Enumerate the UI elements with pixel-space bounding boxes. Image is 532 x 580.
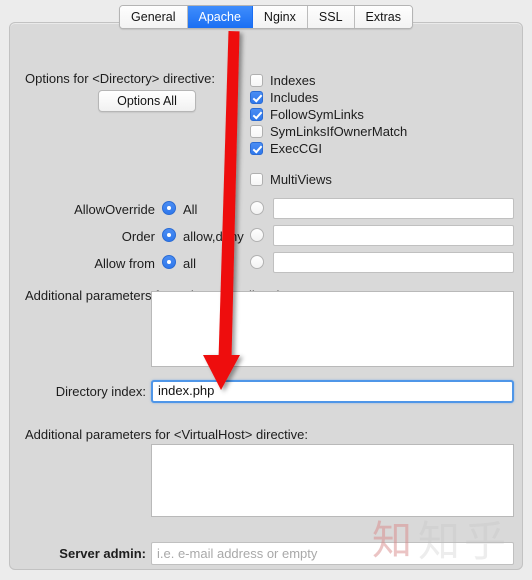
order-preset-radio[interactable] [162, 228, 176, 242]
options-all-button[interactable]: Options All [98, 90, 196, 112]
allow-from-preset-value: all [183, 256, 197, 271]
tab-general[interactable]: General [120, 6, 188, 28]
allowoverride-label: AllowOverride [74, 202, 155, 217]
tab-apache[interactable]: Apache [187, 6, 253, 28]
order-custom-input[interactable] [273, 225, 514, 246]
checkbox-row-multiviews[interactable]: MultiViews [250, 171, 332, 188]
checkbox-indexes-label: Indexes [270, 73, 316, 88]
checkbox-includes-box[interactable] [250, 91, 263, 104]
allow-from-preset-radio[interactable] [162, 255, 176, 269]
checkbox-row-execcgi[interactable]: ExecCGI [250, 140, 322, 157]
checkbox-row-followsymlinks[interactable]: FollowSymLinks [250, 106, 364, 123]
server-admin-input[interactable]: i.e. e-mail address or empty [151, 542, 514, 565]
allow-from-label: Allow from [94, 256, 155, 271]
order-label: Order [121, 229, 155, 244]
allowoverride-preset-value: All [183, 202, 198, 217]
tab-group: General Apache Nginx SSL Extras [119, 5, 413, 29]
checkbox-row-includes[interactable]: Includes [250, 89, 318, 106]
checkbox-execcgi-box[interactable] [250, 142, 263, 155]
server-admin-label: Server admin: [59, 546, 146, 561]
allowoverride-custom-input[interactable] [273, 198, 514, 219]
tab-ssl[interactable]: SSL [307, 6, 355, 28]
apache-settings-panel: Options for <Directory> directive: Optio… [9, 22, 523, 570]
checkbox-row-symlinksifownermatch[interactable]: SymLinksIfOwnerMatch [250, 123, 407, 140]
directory-options-label: Options for <Directory> directive: [25, 71, 216, 86]
directory-index-label: Directory index: [55, 384, 146, 399]
directory-index-input[interactable]: index.php [151, 380, 514, 403]
checkbox-symlinksifownermatch-box[interactable] [250, 125, 263, 138]
allowoverride-preset-radio[interactable] [162, 201, 176, 215]
checkbox-includes-label: Includes [270, 90, 319, 105]
checkbox-execcgi-label: ExecCGI [270, 141, 323, 156]
checkbox-followsymlinks-label: FollowSymLinks [270, 107, 364, 122]
checkbox-indexes-box[interactable] [250, 74, 263, 87]
checkbox-symlinksifownermatch-label: SymLinksIfOwnerMatch [270, 124, 408, 139]
checkbox-followsymlinks-box[interactable] [250, 108, 263, 121]
virtualhost-extra-textarea[interactable] [151, 444, 514, 517]
allow-from-custom-input[interactable] [273, 252, 514, 273]
checkbox-multiviews-box[interactable] [250, 173, 263, 186]
tab-nginx[interactable]: Nginx [252, 6, 308, 28]
directory-extra-textarea[interactable] [151, 291, 514, 367]
checkbox-row-indexes[interactable]: Indexes [250, 72, 316, 89]
allow-from-custom-radio[interactable] [250, 255, 264, 269]
checkbox-multiviews-label: MultiViews [270, 172, 332, 187]
tab-extras[interactable]: Extras [354, 6, 412, 28]
tab-bar: General Apache Nginx SSL Extras [0, 0, 532, 34]
order-preset-value: allow,deny [183, 229, 244, 244]
order-custom-radio[interactable] [250, 228, 264, 242]
virtualhost-extra-label: Additional parameters for <VirtualHost> … [25, 427, 309, 442]
allowoverride-custom-radio[interactable] [250, 201, 264, 215]
